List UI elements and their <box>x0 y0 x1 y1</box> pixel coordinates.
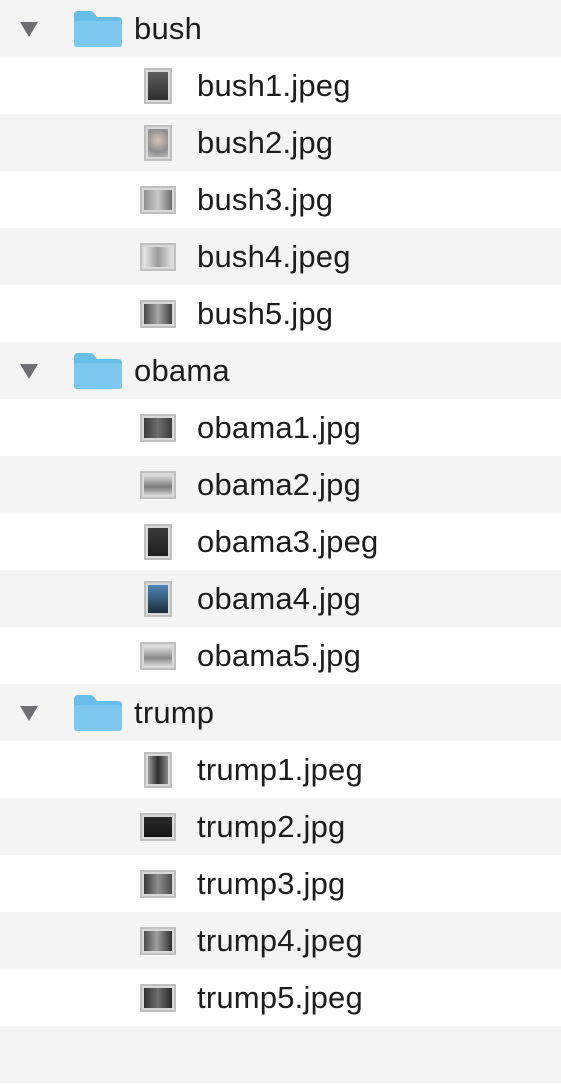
image-thumbnail-icon <box>137 67 179 105</box>
image-thumbnail-icon <box>137 181 179 219</box>
file-row[interactable]: bush3.jpg <box>0 171 561 228</box>
file-label: trump1.jpeg <box>197 752 363 787</box>
file-label: trump5.jpeg <box>197 980 363 1015</box>
image-thumbnail-icon <box>137 295 179 333</box>
file-label: bush4.jpeg <box>197 239 351 274</box>
file-label: bush5.jpg <box>197 296 334 331</box>
file-row[interactable]: obama5.jpg <box>0 627 561 684</box>
file-label: trump4.jpeg <box>197 923 363 958</box>
disclosure-triangle-icon[interactable] <box>20 363 38 379</box>
file-label: obama5.jpg <box>197 638 362 673</box>
image-thumbnail-icon <box>137 238 179 276</box>
image-thumbnail-icon <box>137 751 179 789</box>
file-row[interactable]: obama3.jpeg <box>0 513 561 570</box>
image-thumbnail-icon <box>137 979 179 1017</box>
image-thumbnail-icon <box>137 124 179 162</box>
file-row[interactable]: obama1.jpg <box>0 399 561 456</box>
folder-icon <box>74 352 122 389</box>
image-thumbnail-icon <box>137 466 179 504</box>
folder-row-trump[interactable]: trump <box>0 684 561 741</box>
disclosure-triangle-icon[interactable] <box>20 705 38 721</box>
file-label: obama1.jpg <box>197 410 362 445</box>
empty-row <box>0 1026 561 1083</box>
file-label: obama3.jpeg <box>197 524 379 559</box>
image-thumbnail-icon <box>137 637 179 675</box>
file-label: bush3.jpg <box>197 182 334 217</box>
image-thumbnail-icon <box>137 922 179 960</box>
file-label: bush1.jpeg <box>197 68 351 103</box>
image-thumbnail-icon <box>137 865 179 903</box>
folder-label: obama <box>134 353 230 388</box>
folder-label: bush <box>134 11 203 46</box>
file-row[interactable]: obama4.jpg <box>0 570 561 627</box>
folder-row-obama[interactable]: obama <box>0 342 561 399</box>
image-thumbnail-icon <box>137 808 179 846</box>
folder-icon <box>74 694 122 731</box>
file-label: trump3.jpg <box>197 866 346 901</box>
file-row[interactable]: trump3.jpg <box>0 855 561 912</box>
image-thumbnail-icon <box>137 409 179 447</box>
image-thumbnail-icon <box>137 580 179 618</box>
file-row[interactable]: obama2.jpg <box>0 456 561 513</box>
file-row[interactable]: trump1.jpeg <box>0 741 561 798</box>
folder-row-bush[interactable]: bush <box>0 0 561 57</box>
file-list: bush bush1.jpeg bush2.jpg bush3.jpg bush… <box>0 0 561 1085</box>
folder-label: trump <box>134 695 215 730</box>
file-row[interactable]: bush2.jpg <box>0 114 561 171</box>
folder-icon <box>74 10 122 47</box>
disclosure-triangle-icon[interactable] <box>20 21 38 37</box>
file-row[interactable]: trump2.jpg <box>0 798 561 855</box>
file-row[interactable]: bush4.jpeg <box>0 228 561 285</box>
file-label: obama2.jpg <box>197 467 362 502</box>
file-label: bush2.jpg <box>197 125 334 160</box>
file-row[interactable]: trump4.jpeg <box>0 912 561 969</box>
file-label: obama4.jpg <box>197 581 362 616</box>
file-label: trump2.jpg <box>197 809 346 844</box>
file-row[interactable]: trump5.jpeg <box>0 969 561 1026</box>
file-row[interactable]: bush1.jpeg <box>0 57 561 114</box>
file-row[interactable]: bush5.jpg <box>0 285 561 342</box>
image-thumbnail-icon <box>137 523 179 561</box>
